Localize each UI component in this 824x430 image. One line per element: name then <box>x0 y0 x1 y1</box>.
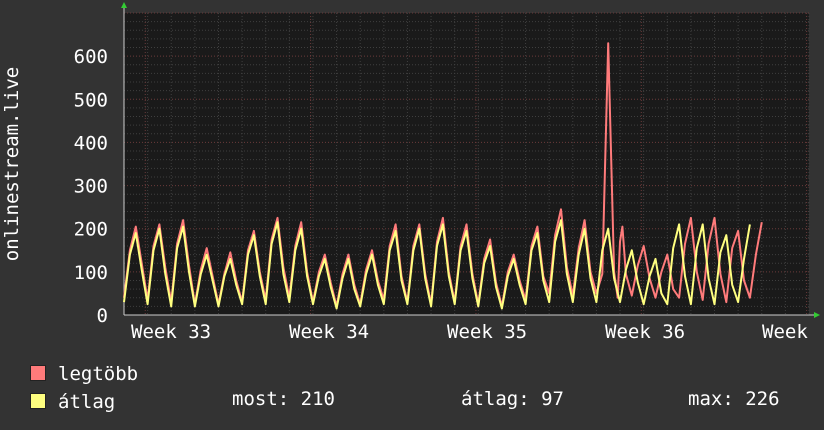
y-tick-label: 200 <box>74 219 108 241</box>
stat-max: max: 226 <box>688 388 780 410</box>
x-tick-label: Week 34 <box>289 321 369 343</box>
y-tick-label: 100 <box>74 262 108 284</box>
x-tick-label: Week 33 <box>131 321 211 343</box>
y-axis-label: onlinestream.live <box>1 67 23 261</box>
x-axis-arrow <box>814 312 820 318</box>
stat-most: most: 210 <box>232 388 335 410</box>
y-axis-arrow <box>121 2 127 8</box>
x-tick-label: Week <box>762 321 808 343</box>
stat-atlag: átlag: 97 <box>461 388 564 410</box>
legend-item-atlag: átlag <box>30 388 115 416</box>
x-tick-label: Week 36 <box>605 321 685 343</box>
y-tick-label: 600 <box>74 46 108 68</box>
legend-label-legtobb: legtöbb <box>58 363 139 385</box>
y-tick-label: 0 <box>97 305 108 327</box>
legend-label-atlag: átlag <box>58 391 116 413</box>
chart-svg: 0 100 200 300 400 500 600 Week 33 Week 34 Week 35… <box>1 2 820 343</box>
legend-swatch-atlag <box>30 393 46 409</box>
y-tick-label: 300 <box>74 176 108 198</box>
y-tick-label: 500 <box>74 89 108 111</box>
y-tick-label: 400 <box>74 132 108 154</box>
legend-swatch-legtobb <box>30 365 46 381</box>
legend-item-legtobb: legtöbb <box>30 360 138 388</box>
x-tick-label: Week 35 <box>447 321 527 343</box>
